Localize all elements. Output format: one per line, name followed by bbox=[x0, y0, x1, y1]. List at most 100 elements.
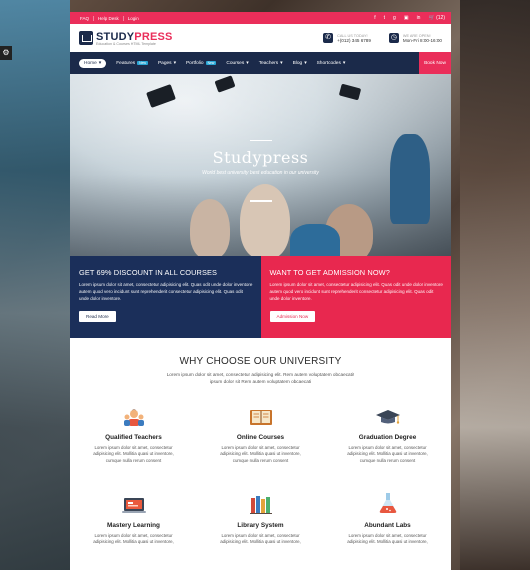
hours-block: ◷ WE ARE OPEN! Mon-Fri 8:00-16:00 bbox=[388, 33, 442, 43]
new-badge: New bbox=[137, 61, 148, 65]
hero-subtitle: World best university best education in … bbox=[202, 170, 319, 176]
site-page: FAQ Help Desk Login f t g ▣ in 🛒 (12) ST… bbox=[70, 12, 451, 570]
twitter-icon[interactable]: t bbox=[384, 15, 385, 21]
call-label: CALL US TODAY! bbox=[337, 33, 368, 38]
flask-icon bbox=[324, 492, 451, 514]
nav-item-label: Teachers bbox=[258, 60, 279, 66]
book-icon bbox=[197, 406, 324, 426]
facebook-icon[interactable]: f bbox=[374, 15, 375, 21]
section-title: WHY CHOOSE OUR UNIVERSITY bbox=[179, 356, 342, 367]
cart-count: (12) bbox=[436, 15, 445, 21]
call-number: +(012) 345 6789 bbox=[337, 37, 371, 43]
why-choose-section: WHY CHOOSE OUR UNIVERSITY Lorem ipsum do… bbox=[70, 338, 451, 570]
student-photo bbox=[240, 184, 290, 256]
faq-link[interactable]: FAQ bbox=[76, 15, 95, 21]
top-links: FAQ Help Desk Login bbox=[76, 15, 143, 21]
google-plus-icon[interactable]: g bbox=[393, 15, 396, 21]
chevron-down-icon: ▾ bbox=[280, 60, 283, 66]
section-intro: Lorem ipsum dolor sit amet, consectetur … bbox=[70, 371, 451, 386]
feature-title: Abundant Labs bbox=[364, 521, 411, 529]
feature-card: Online Courses Lorem ipsum dolor sit ame… bbox=[197, 406, 324, 494]
top-bar: FAQ Help Desk Login f t g ▣ in 🛒 (12) bbox=[70, 12, 451, 24]
nav-item-label: Shortcodes bbox=[316, 60, 341, 66]
hero-divider-bottom bbox=[249, 200, 272, 202]
nav-item-pages[interactable]: Pages ▾ bbox=[158, 61, 176, 66]
laptop-icon bbox=[70, 494, 197, 514]
nav-item-label: Blog bbox=[292, 60, 303, 66]
nav-item-shortcodes[interactable]: Shortcodes ▾ bbox=[317, 61, 346, 66]
phone-icon: ✆ bbox=[323, 33, 334, 43]
feature-text: Lorem ipsum dolor sit amet, consectetur … bbox=[220, 444, 301, 464]
admission-now-button[interactable]: Admission Now bbox=[269, 310, 316, 322]
settings-toggle-icon[interactable]: ⚙ bbox=[0, 46, 12, 60]
feature-card: Qualified Teachers Lorem ipsum dolor sit… bbox=[70, 406, 197, 494]
discount-title: GET 69% DISCOUNT IN ALL COURSES bbox=[79, 268, 218, 277]
hero-title: Studypress bbox=[212, 148, 309, 167]
nav-item-label: Home bbox=[84, 60, 97, 66]
feature-card: Graduation Degree Lorem ipsum dolor sit … bbox=[324, 406, 451, 494]
logo-text-part2: PRESS bbox=[134, 30, 173, 43]
background-right-panel bbox=[460, 0, 530, 570]
nav-item-label: Courses bbox=[226, 60, 245, 66]
chevron-down-icon: ▾ bbox=[342, 60, 346, 66]
nav-item-portfolio[interactable]: Portfolio New bbox=[185, 60, 217, 66]
graduation-cap-icon bbox=[324, 406, 451, 426]
feature-card: Abundant Labs Lorem ipsum dolor sit amet… bbox=[324, 492, 451, 570]
cart-icon: 🛒 bbox=[428, 15, 435, 21]
discount-panel: GET 69% DISCOUNT IN ALL COURSES Lorem ip… bbox=[70, 256, 261, 338]
chevron-down-icon: ▾ bbox=[304, 60, 307, 66]
cart-link[interactable]: 🛒 (12) bbox=[428, 15, 445, 21]
new-badge: New bbox=[205, 61, 217, 65]
hero-banner: Studypress World best university best ed… bbox=[70, 74, 451, 256]
instagram-icon[interactable]: ▣ bbox=[404, 15, 409, 21]
help-desk-link[interactable]: Help Desk bbox=[94, 15, 124, 21]
features-grid: Qualified Teachers Lorem ipsum dolor sit… bbox=[70, 406, 451, 570]
feature-text: Lorem ipsum dolor sit amet, consectetur … bbox=[347, 444, 428, 464]
admission-title: WANT TO GET ADMISSION NOW? bbox=[269, 268, 390, 277]
student-photo bbox=[290, 224, 340, 256]
feature-title: Online Courses bbox=[236, 433, 285, 441]
promo-section: GET 69% DISCOUNT IN ALL COURSES Lorem ip… bbox=[70, 256, 451, 338]
intro-line-1: Lorem ipsum dolor sit amet, consectetur … bbox=[166, 372, 355, 377]
nav-item-label: Portfolio bbox=[185, 60, 204, 66]
student-photo bbox=[190, 199, 230, 256]
chevron-down-icon: ▾ bbox=[98, 60, 102, 66]
admission-panel: WANT TO GET ADMISSION NOW? Lorem ipsum d… bbox=[260, 256, 451, 338]
feature-text: Lorem ipsum dolor sit amet, consectetur … bbox=[93, 444, 174, 464]
logo-text: STUDYPRESS bbox=[96, 31, 173, 43]
social-links: f t g ▣ in 🛒 (12) bbox=[374, 15, 445, 21]
logo-icon bbox=[79, 31, 93, 45]
teachers-icon bbox=[70, 406, 197, 426]
logo[interactable]: STUDYPRESS Education & Courses HTML Temp… bbox=[79, 31, 173, 46]
nav-item-features[interactable]: Features New bbox=[116, 61, 148, 66]
main-nav: Home ▾ Features New Pages ▾ Portfolio New Co… bbox=[70, 52, 451, 74]
linkedin-icon[interactable]: in bbox=[417, 15, 421, 21]
feature-text: Lorem ipsum dolor sit amet, consectetur … bbox=[347, 532, 428, 545]
chevron-down-icon: ▾ bbox=[246, 60, 249, 66]
nav-item-label: Features bbox=[116, 60, 136, 66]
nav-item-courses[interactable]: Courses ▾ bbox=[226, 61, 248, 66]
feature-card: Mastery Learning Lorem ipsum dolor sit a… bbox=[70, 494, 197, 570]
login-link[interactable]: Login bbox=[124, 16, 143, 21]
feature-text: Lorem ipsum dolor sit amet, consectetur … bbox=[93, 532, 174, 545]
site-header: STUDYPRESS Education & Courses HTML Temp… bbox=[70, 24, 451, 52]
feature-title: Mastery Learning bbox=[107, 521, 160, 529]
nav-item-blog[interactable]: Blog ▾ bbox=[293, 61, 307, 66]
read-more-button[interactable]: Read More bbox=[79, 310, 116, 322]
library-icon bbox=[197, 494, 324, 514]
clock-icon: ◷ bbox=[388, 33, 399, 43]
chevron-down-icon: ▾ bbox=[173, 60, 176, 66]
feature-card: Library System Lorem ipsum dolor sit ame… bbox=[197, 494, 324, 570]
logo-text-part1: STUDY bbox=[96, 30, 135, 43]
feature-title: Qualified Teachers bbox=[105, 433, 162, 441]
book-now-button[interactable]: Book Now bbox=[419, 52, 451, 74]
feature-title: Graduation Degree bbox=[358, 433, 417, 441]
nav-item-home[interactable]: Home ▾ bbox=[79, 58, 107, 68]
intro-line-2: ipsum dolor sit Rem autem voluptatem obc… bbox=[209, 379, 312, 385]
call-block: ✆ CALL US TODAY! +(012) 345 6789 bbox=[323, 33, 371, 43]
hours-value: Mon-Fri 8:00-16:00 bbox=[402, 37, 442, 43]
nav-item-teachers[interactable]: Teachers ▾ bbox=[259, 61, 283, 66]
nav-item-label: Pages bbox=[157, 60, 172, 66]
header-contact: ✆ CALL US TODAY! +(012) 345 6789 ◷ WE AR… bbox=[323, 33, 442, 43]
hero-divider-top bbox=[249, 140, 272, 141]
